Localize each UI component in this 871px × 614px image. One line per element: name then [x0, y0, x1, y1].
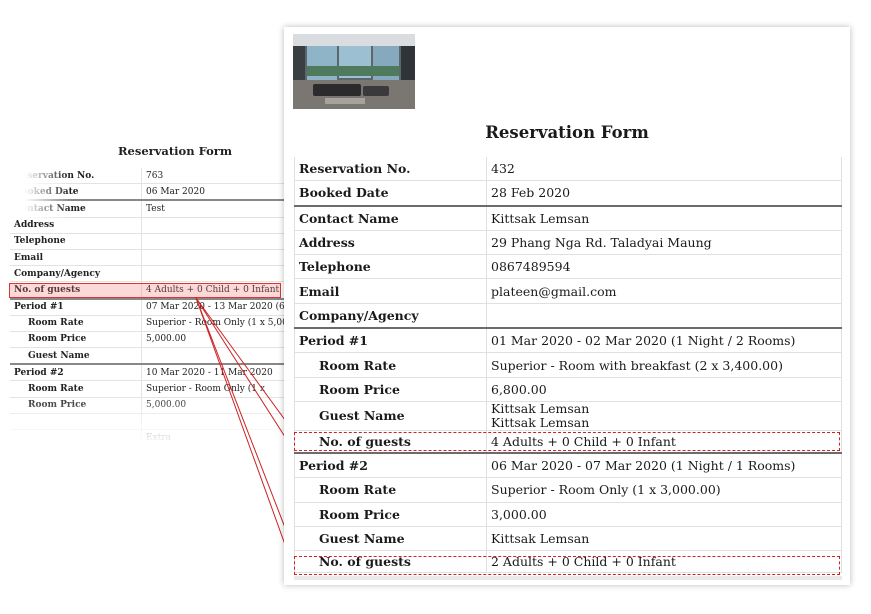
row-label: Company/Agency — [294, 303, 487, 329]
row-value: 432 — [486, 157, 842, 182]
reservation-form-panel: Reservation Form Reservation No. 432 Boo… — [284, 27, 850, 585]
row-value: plateen@gmail.com — [486, 278, 842, 304]
row-label: Reservation No. — [294, 157, 487, 182]
row-value: Superior - Room with breakfast (2 x 3,40… — [486, 352, 842, 378]
small-row-value — [141, 265, 288, 283]
row-address: Address 29 Phang Nga Rd. Taladyai Maung — [294, 230, 842, 256]
row-label: Contact Name — [294, 204, 487, 231]
small-row-value: 5,000.00 — [141, 331, 288, 349]
hotel-room-photo — [293, 34, 415, 109]
row-value: 3,000.00 — [486, 502, 842, 527]
small-row-value — [141, 347, 288, 365]
small-form-row: Period #107 Mar 2020 - 13 Mar 2020 (6 Ni… — [10, 297, 288, 316]
row-reservation-no: Reservation No. 432 — [294, 157, 842, 182]
row-value: 01 Mar 2020 - 02 Mar 2020 (1 Night / 2 R… — [486, 327, 842, 354]
small-row-value: Superior - Room Only (1 x 5,000.00) — [141, 315, 288, 332]
row-label: Room Price — [294, 502, 487, 527]
small-guests-highlight — [9, 283, 281, 298]
row-value: 29 Phang Nga Rd. Taladyai Maung — [486, 230, 842, 256]
row-booked-date: Booked Date 28 Feb 2020 — [294, 180, 842, 207]
row-company-agency: Company/Agency — [294, 303, 842, 329]
small-row-label: Email — [10, 249, 142, 267]
row-label: Room Rate — [294, 352, 487, 378]
row-value: Kittsak Lemsan — [486, 526, 842, 552]
row-label: Booked Date — [294, 180, 487, 207]
small-form-row: Room RateSuperior - Room Only (1 x 5,000… — [10, 315, 288, 332]
table-bottom-rule — [294, 576, 842, 580]
row-label: Room Rate — [294, 477, 487, 503]
row-email: Email plateen@gmail.com — [294, 278, 842, 304]
small-row-value: Test — [141, 199, 288, 218]
row-label: Period #1 — [294, 327, 487, 354]
small-row-value: 07 Mar 2020 - 13 Mar 2020 (6 Nigh — [141, 297, 288, 316]
row-value: 4 Adults + 0 Child + 0 Infant — [486, 430, 842, 454]
row-value — [486, 303, 842, 329]
small-row-value — [141, 233, 288, 250]
row-value: Superior - Room Only (1 x 3,000.00) — [486, 477, 842, 503]
row-value: 28 Feb 2020 — [486, 180, 842, 207]
small-form-title: Reservation Form — [118, 144, 233, 158]
small-row-value: 06 Mar 2020 — [141, 183, 288, 201]
fade-overlay-left — [0, 160, 70, 220]
row-room-rate-1: Room Rate Superior - Room with breakfast… — [294, 352, 842, 378]
guest-name-line: Kittsak Lemsan — [491, 401, 590, 417]
small-row-label: Room Rate — [10, 315, 142, 332]
row-guest-name-2: Guest Name Kittsak Lemsan — [294, 526, 842, 552]
row-guests-1: No. of guests 4 Adults + 0 Child + 0 Inf… — [294, 430, 842, 454]
small-row-value: 10 Mar 2020 - 11 Mar 2020 — [141, 363, 288, 382]
small-row-value — [141, 249, 288, 267]
row-label: Guest Name — [294, 526, 487, 552]
fade-overlay-bottom — [0, 395, 290, 465]
small-form-row: Period #2 10 Mar 2020 - 11 Mar 2020 — [10, 363, 288, 382]
small-form-row: Room Price5,000.00 — [10, 331, 288, 349]
row-value: Kittsak Lemsan Kittsak Lemsan — [486, 401, 842, 431]
small-form-row: Company/Agency — [10, 265, 288, 283]
small-row-label: Company/Agency — [10, 265, 142, 283]
small-form-row: Email — [10, 249, 288, 267]
small-row-value: 763 — [141, 168, 288, 185]
row-period-1: Period #1 01 Mar 2020 - 02 Mar 2020 (1 N… — [294, 327, 842, 354]
row-room-price-2: Room Price 3,000.00 — [294, 502, 842, 527]
row-telephone: Telephone 0867489594 — [294, 254, 842, 280]
row-guests-2: No. of guests 2 Adults + 0 Child + 0 Inf… — [294, 550, 842, 574]
row-label: Telephone — [294, 254, 487, 280]
small-form-row: Telephone — [10, 233, 288, 250]
small-row-label: Telephone — [10, 233, 142, 250]
row-room-rate-2: Room Rate Superior - Room Only (1 x 3,00… — [294, 477, 842, 503]
row-period-2: Period #2 06 Mar 2020 - 07 Mar 2020 (1 N… — [294, 451, 842, 479]
row-value: Kittsak Lemsan — [486, 204, 842, 231]
small-row-label: Room Price — [10, 331, 142, 349]
row-room-price-1: Room Price 6,800.00 — [294, 377, 842, 402]
small-row-label: Guest Name — [10, 347, 142, 365]
form-title: Reservation Form — [485, 123, 649, 142]
row-label: Guest Name — [294, 401, 487, 431]
small-row-value — [141, 217, 288, 234]
row-label: Address — [294, 230, 487, 256]
row-value: 6,800.00 — [486, 377, 842, 402]
reservation-table: Reservation No. 432 Booked Date 28 Feb 2… — [294, 157, 842, 574]
row-label: No. of guests — [294, 430, 487, 454]
row-label: Room Price — [294, 377, 487, 402]
guest-name-line: Kittsak Lemsan — [491, 414, 590, 430]
row-label: Period #2 — [294, 451, 487, 479]
small-row-label: Period #2 — [10, 363, 142, 382]
small-form-row: Guest Name — [10, 347, 288, 365]
row-guest-name-1: Guest Name Kittsak Lemsan Kittsak Lemsan — [294, 401, 842, 431]
row-label: No. of guests — [294, 550, 487, 574]
row-value: 06 Mar 2020 - 07 Mar 2020 (1 Night / 1 R… — [486, 451, 842, 479]
row-value: 0867489594 — [486, 254, 842, 280]
row-contact-name: Contact Name Kittsak Lemsan — [294, 204, 842, 231]
row-label: Email — [294, 278, 487, 304]
small-row-label: Period #1 — [10, 297, 142, 316]
row-value: 2 Adults + 0 Child + 0 Infant — [486, 550, 842, 574]
